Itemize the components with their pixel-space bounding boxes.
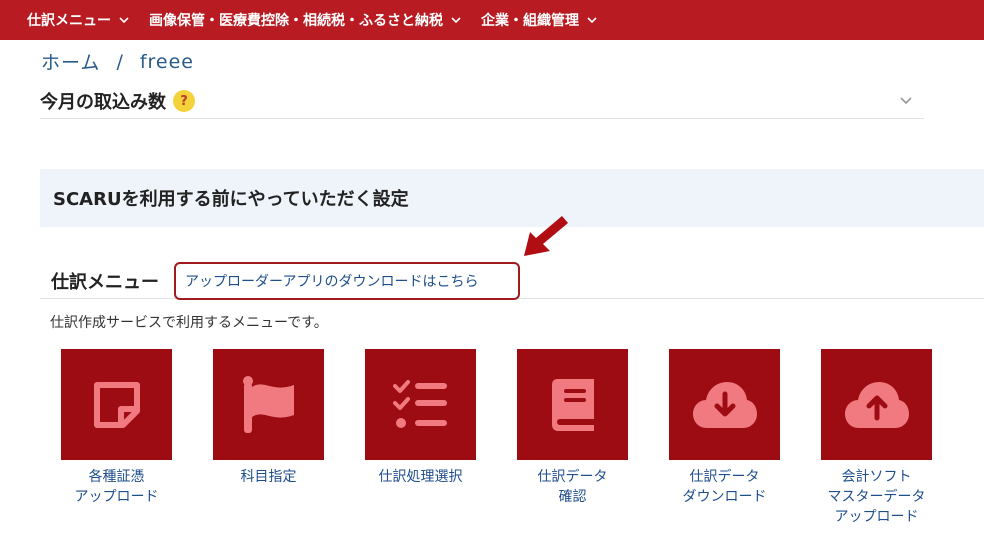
journal-menu-tiles: 各種証憑 アップロード 科目指定 仕訳処理選択 仕訳データ 確認 仕訳データ ダ… [0, 349, 984, 539]
breadcrumb-current[interactable]: freee [140, 51, 194, 73]
cloud-upload-icon [844, 381, 909, 428]
tile-journal-data-download[interactable]: 仕訳データ ダウンロード [659, 349, 789, 507]
help-icon[interactable]: ? [173, 90, 195, 112]
tile-upload-vouchers-label: 各種証憑 アップロード [74, 469, 159, 505]
tile-account-designation-label: 科目指定 [240, 469, 297, 485]
chevron-down-icon [119, 17, 129, 24]
tile-journal-data-download-box[interactable] [669, 349, 780, 460]
tile-journal-processing-box[interactable] [365, 349, 476, 460]
setup-banner-text: SCARUを利用する前にやっていただく設定 [53, 189, 409, 210]
setup-banner[interactable]: SCARUを利用する前にやっていただく設定 [40, 169, 984, 227]
tile-upload-vouchers-box[interactable] [61, 349, 172, 460]
journal-menu-title: 仕訳メニュー [51, 272, 159, 293]
nav-image-storage-label: 画像保管・医療費控除・相続税・ふるさと納税 [149, 13, 443, 29]
breadcrumb-home[interactable]: ホーム [41, 48, 100, 75]
nav-organization[interactable]: 企業・組織管理 [481, 10, 597, 30]
breadcrumb: ホーム / freee [41, 48, 194, 75]
chevron-down-icon[interactable] [898, 92, 914, 108]
tile-journal-processing-label: 仕訳処理選択 [378, 469, 463, 485]
tile-account-designation-box[interactable] [213, 349, 324, 460]
nav-journal-menu[interactable]: 仕訳メニュー [27, 10, 129, 30]
tile-journal-processing[interactable]: 仕訳処理選択 [355, 349, 485, 487]
tile-upload-vouchers[interactable]: 各種証憑 アップロード [51, 349, 181, 507]
note-icon [93, 381, 140, 428]
flag-icon [242, 375, 294, 433]
tile-journal-data-check-label: 仕訳データ 確認 [537, 469, 608, 505]
nav-image-storage[interactable]: 画像保管・医療費控除・相続税・ふるさと納税 [149, 10, 461, 30]
tile-journal-data-check[interactable]: 仕訳データ 確認 [507, 349, 637, 507]
tile-journal-data-download-label: 仕訳データ ダウンロード [682, 469, 767, 505]
uploader-download-link[interactable]: アップローダーアプリのダウンロードはこちら [174, 262, 520, 300]
tile-master-data-upload[interactable]: 会計ソフト マスターデータ アップロード [811, 349, 941, 527]
cloud-download-icon [692, 381, 757, 428]
monthly-import-title: 今月の取込み数 [40, 92, 166, 113]
tile-master-data-upload-label: 会計ソフト マスターデータ アップロード [827, 469, 926, 525]
checklist-icon [392, 379, 447, 428]
chevron-down-icon [587, 17, 597, 24]
book-icon [551, 378, 594, 431]
chevron-down-icon [451, 17, 461, 24]
journal-menu-description: 仕訳作成サービスで利用するメニューです。 [50, 315, 328, 331]
monthly-import-panel[interactable]: 今月の取込み数 ? [40, 84, 924, 119]
top-nav-bar: 仕訳メニュー 画像保管・医療費控除・相続税・ふるさと納税 企業・組織管理 [0, 0, 984, 40]
journal-menu-header: 仕訳メニュー アップローダーアプリのダウンロードはこちら [40, 262, 984, 300]
breadcrumb-separator: / [116, 50, 124, 73]
tile-master-data-upload-box[interactable] [821, 349, 932, 460]
tile-journal-data-check-box[interactable] [517, 349, 628, 460]
callout-arrow-icon [524, 216, 568, 256]
nav-journal-menu-label: 仕訳メニュー [27, 13, 111, 29]
tile-account-designation[interactable]: 科目指定 [203, 349, 333, 487]
nav-organization-label: 企業・組織管理 [481, 13, 579, 29]
